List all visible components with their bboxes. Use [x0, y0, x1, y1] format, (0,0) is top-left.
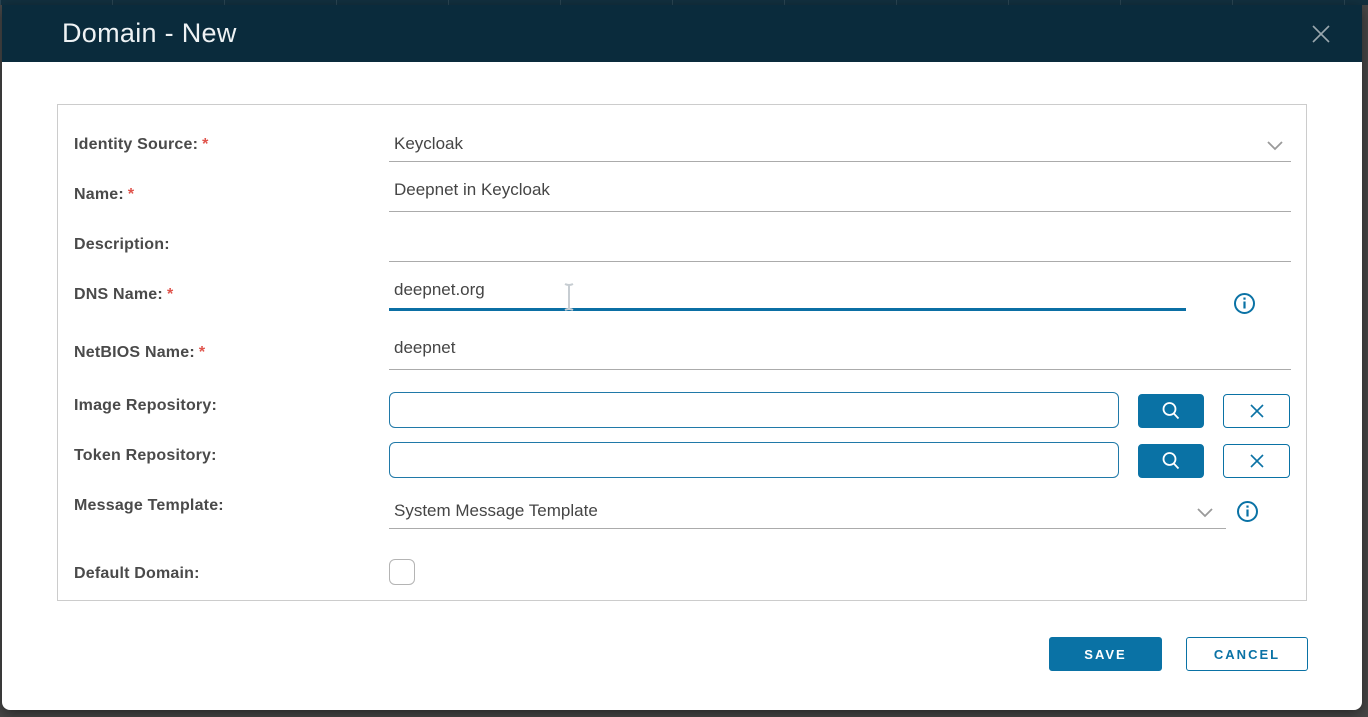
screen: Domain - New Identity Source:* Keycloak … [0, 0, 1368, 717]
chevron-down-icon[interactable] [1196, 506, 1214, 518]
token-repository-input[interactable] [389, 442, 1119, 478]
search-icon [1160, 450, 1182, 472]
image-repository-clear-button[interactable] [1223, 394, 1290, 428]
identity-source-select[interactable]: Keycloak [394, 134, 463, 154]
dialog-header: Domain - New [2, 5, 1362, 62]
description-label: Description: [74, 236, 170, 254]
name-label: Name:* [74, 186, 134, 204]
image-repository-input[interactable] [389, 392, 1119, 428]
field-underline [389, 261, 1291, 262]
dns-name-label: DNS Name:* [74, 286, 173, 304]
required-marker: * [199, 344, 205, 361]
field-underline [389, 161, 1291, 162]
text-cursor-pointer [562, 282, 576, 312]
form-panel: Identity Source:* Keycloak Name:* Descri… [57, 104, 1307, 601]
domain-new-dialog: Domain - New Identity Source:* Keycloak … [2, 5, 1362, 710]
token-repository-clear-button[interactable] [1223, 444, 1290, 478]
dns-name-input[interactable] [394, 280, 1174, 300]
close-icon[interactable] [1308, 21, 1334, 47]
required-marker: * [128, 186, 134, 203]
image-repository-search-button[interactable] [1138, 394, 1204, 428]
field-underline [389, 369, 1291, 370]
field-underline [389, 211, 1291, 212]
chevron-down-icon[interactable] [1266, 139, 1284, 151]
save-button[interactable]: SAVE [1049, 637, 1162, 671]
search-icon [1160, 400, 1182, 422]
message-template-select[interactable]: System Message Template [394, 501, 598, 521]
clear-x-icon [1249, 453, 1265, 469]
default-domain-label: Default Domain: [74, 565, 200, 583]
info-icon[interactable] [1236, 500, 1259, 523]
name-input[interactable] [394, 180, 1284, 200]
required-marker: * [202, 136, 208, 153]
image-repository-label: Image Repository: [74, 397, 217, 415]
identity-source-label: Identity Source:* [74, 136, 209, 154]
clear-x-icon [1249, 403, 1265, 419]
info-icon[interactable] [1233, 292, 1256, 315]
required-marker: * [167, 286, 173, 303]
netbios-name-input[interactable] [394, 338, 1284, 358]
description-input[interactable] [394, 230, 1284, 250]
default-domain-checkbox[interactable] [389, 559, 415, 585]
message-template-label: Message Template: [74, 497, 224, 515]
token-repository-label: Token Repository: [74, 447, 217, 465]
dialog-title: Domain - New [62, 18, 237, 49]
token-repository-search-button[interactable] [1138, 444, 1204, 478]
field-underline [389, 528, 1226, 529]
netbios-name-label: NetBIOS Name:* [74, 344, 205, 362]
focused-field-underline [389, 308, 1186, 311]
cancel-button[interactable]: CANCEL [1186, 637, 1308, 671]
